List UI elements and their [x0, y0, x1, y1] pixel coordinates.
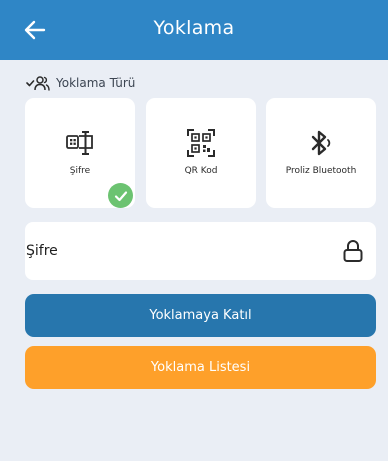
lock-icon: [343, 240, 363, 262]
card-label: Proliz Bluetooth: [285, 166, 357, 176]
attendance-list-button[interactable]: Yoklama Listesi: [25, 346, 376, 389]
card-proliz-bluetooth[interactable]: Proliz Bluetooth: [266, 98, 376, 208]
attendance-users-icon: [26, 76, 50, 91]
password-field[interactable]: Şifre: [25, 222, 376, 280]
join-attendance-button[interactable]: Yoklamaya Katıl: [25, 294, 376, 337]
page-title: Yoklama: [153, 17, 235, 39]
password-keypad-icon: [66, 131, 93, 155]
card-label: Şifre: [69, 166, 91, 176]
card-qr-kod[interactable]: QR Kod: [146, 98, 256, 208]
card-icon-wrap: [25, 126, 135, 160]
password-field-label: Şifre: [26, 243, 58, 259]
card-icon-wrap: [266, 126, 376, 160]
card-label: QR Kod: [184, 166, 218, 176]
check-icon: [114, 190, 127, 201]
selected-check-badge: [108, 183, 133, 208]
card-icon-wrap: [146, 126, 256, 160]
section-label-text: Yoklama Türü: [56, 76, 136, 90]
qr-code-icon: [187, 129, 215, 157]
section-label: Yoklama Türü: [26, 74, 135, 92]
bluetooth-icon: [311, 130, 331, 156]
app-header: Yoklama: [0, 0, 388, 60]
